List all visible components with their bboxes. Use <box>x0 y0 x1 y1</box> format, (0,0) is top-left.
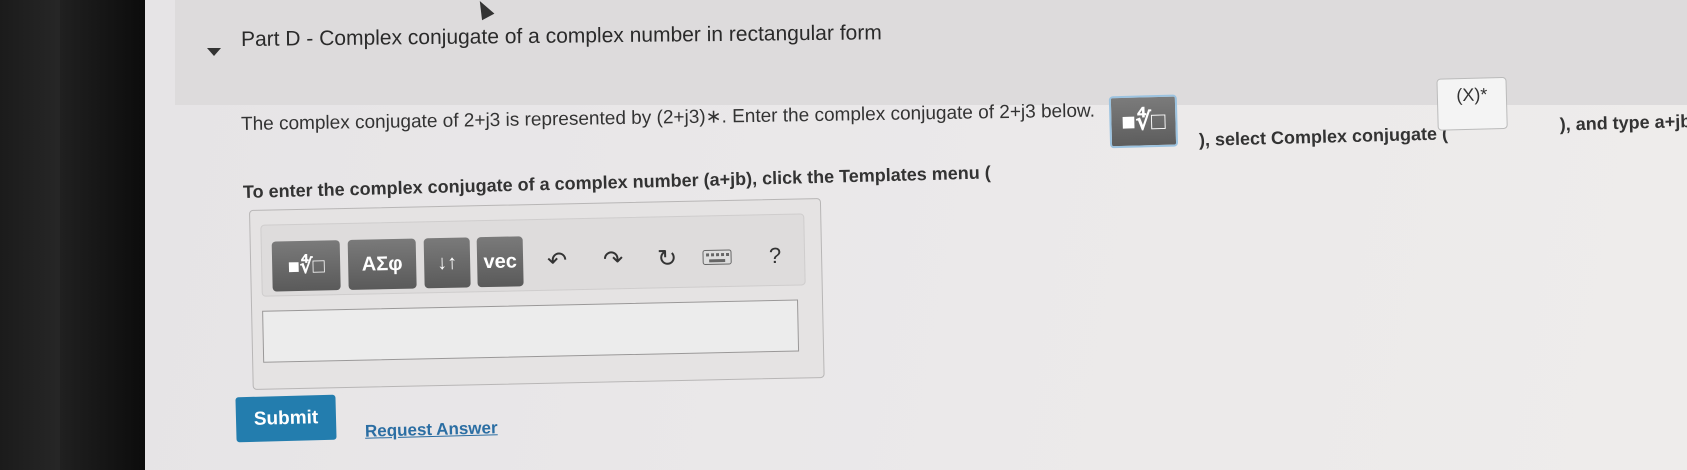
screen: Part D - Complex conjugate of a complex … <box>145 0 1687 470</box>
collapse-caret-icon[interactable] <box>207 48 221 56</box>
monitor-bezel-edge <box>60 0 145 470</box>
request-answer-link[interactable]: Request Answer <box>365 418 498 441</box>
reset-icon[interactable]: ↻ <box>652 243 683 274</box>
symbols-button[interactable]: ΑΣφ <box>347 238 417 290</box>
instruction-line-1: The complex conjugate of 2+j3 is represe… <box>240 100 1096 135</box>
math-toolbar: ■∜□ ΑΣφ ↓↑ vec ↶ ↷ ↻ ? <box>260 213 806 297</box>
submit-button[interactable]: Submit <box>235 394 337 443</box>
undo-icon[interactable]: ↶ <box>542 245 573 276</box>
help-button[interactable]: ? <box>760 241 791 272</box>
answer-input[interactable] <box>262 299 800 363</box>
inline-templates-icon: ■∜□ <box>1108 94 1179 149</box>
inline-conjugate-template-icon: (X)* <box>1436 76 1508 131</box>
instruction-line-2-end: ), and type a+jb. <box>1559 110 1687 135</box>
instruction-line-2-start: To enter the complex conjugate of a comp… <box>242 162 991 202</box>
keyboard-icon[interactable] <box>702 242 733 273</box>
answer-editor: ■∜□ ΑΣφ ↓↑ vec ↶ ↷ ↻ ? <box>249 198 825 390</box>
templates-button[interactable]: ■∜□ <box>271 240 341 292</box>
instruction-line-2-mid: ), select Complex conjugate ( <box>1198 123 1449 150</box>
vec-button[interactable]: vec <box>476 236 524 288</box>
instruction-line-2: To enter the complex conjugate of a comp… <box>242 76 1687 203</box>
redo-icon[interactable]: ↷ <box>598 244 629 275</box>
arrows-button[interactable]: ↓↑ <box>423 237 471 289</box>
